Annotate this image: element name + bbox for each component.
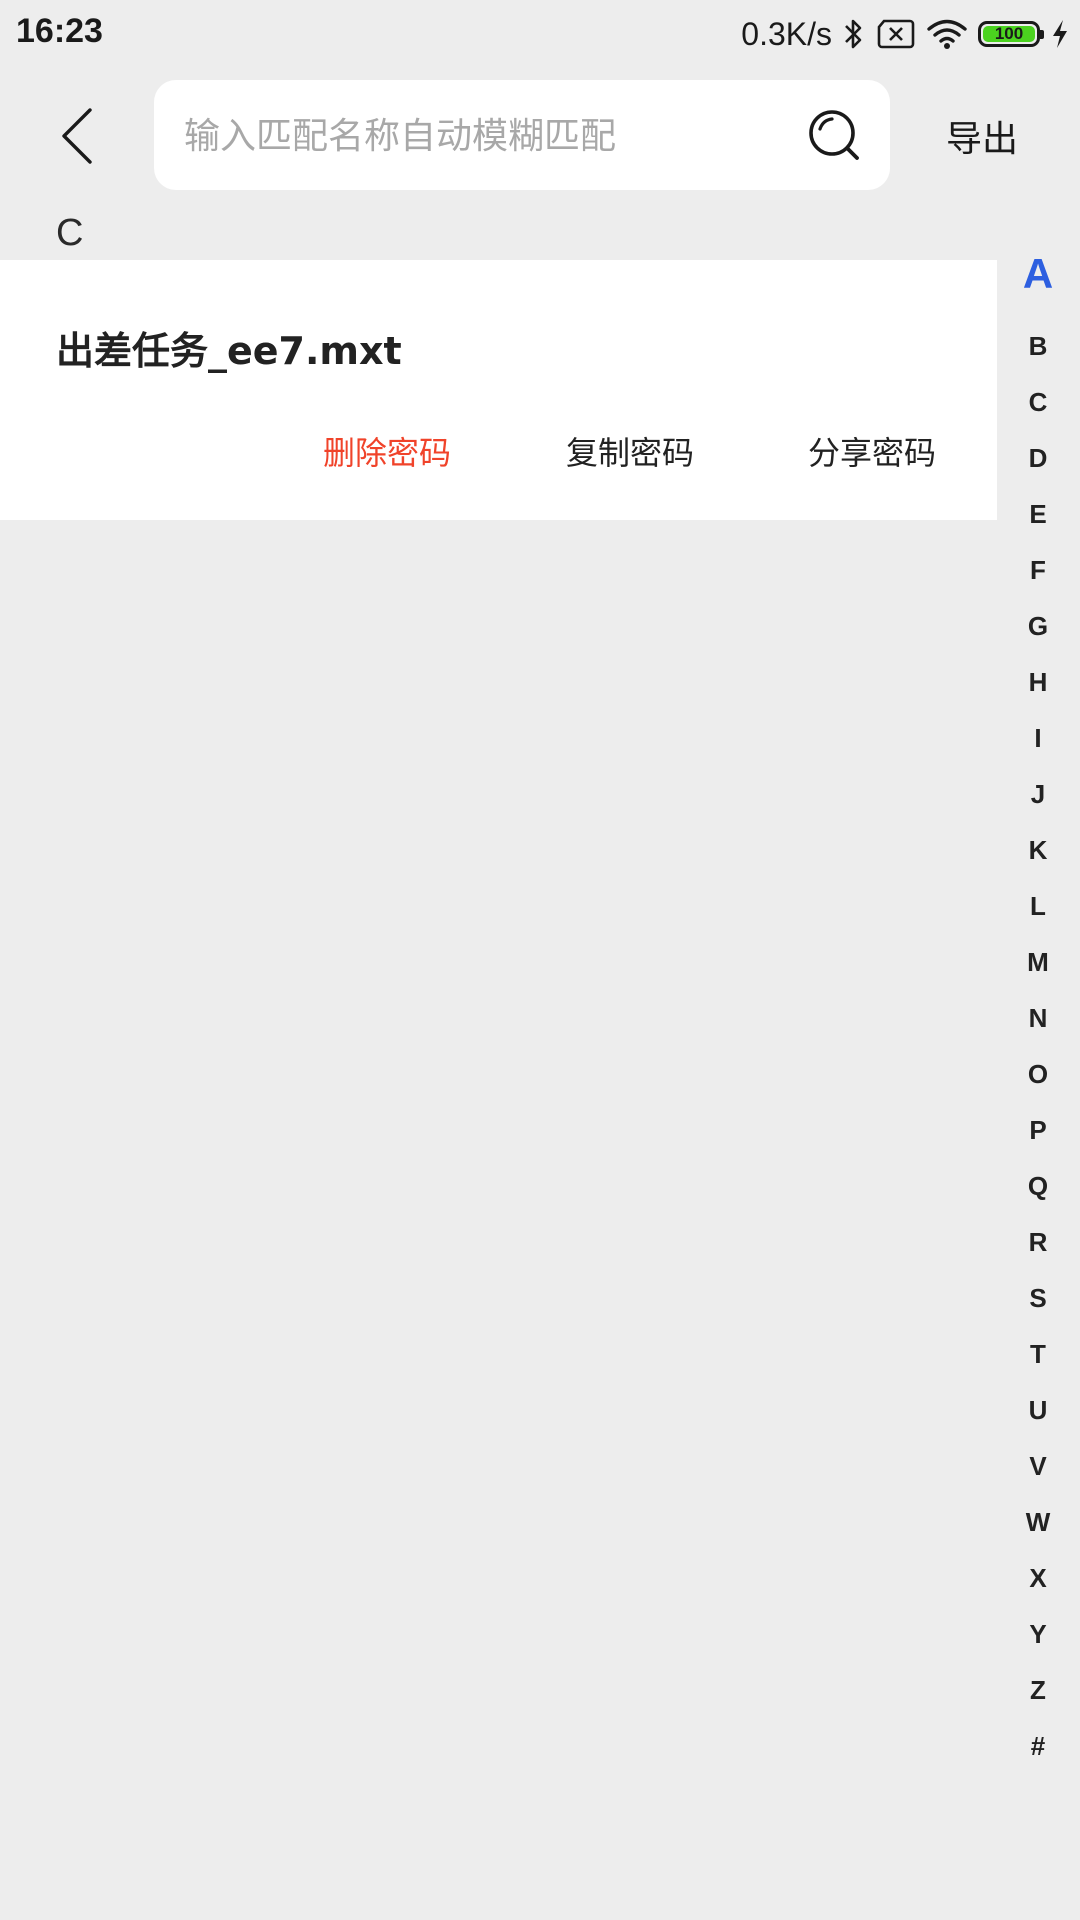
status-time: 16:23	[16, 12, 103, 50]
index-letter-b[interactable]: B	[996, 318, 1080, 374]
index-letter-k[interactable]: K	[996, 822, 1080, 878]
index-letter-j[interactable]: J	[996, 766, 1080, 822]
status-bar: 16:23 0.3K/s 100	[0, 0, 1080, 66]
chevron-left-icon	[62, 108, 92, 164]
index-letter-e[interactable]: E	[996, 486, 1080, 542]
item-title: 出差任务_ee7.mxt	[56, 329, 402, 373]
index-letter-f[interactable]: F	[996, 542, 1080, 598]
index-letter-u[interactable]: U	[996, 1382, 1080, 1438]
index-letter-o[interactable]: O	[996, 1046, 1080, 1102]
index-letter-m[interactable]: M	[996, 934, 1080, 990]
index-letter-w[interactable]: W	[996, 1494, 1080, 1550]
section-header-letter: C	[56, 212, 84, 254]
index-letter-t[interactable]: T	[996, 1326, 1080, 1382]
export-button[interactable]: 导出	[946, 110, 1018, 162]
index-letter-z[interactable]: Z	[996, 1662, 1080, 1718]
copy-password-button[interactable]: 复制密码	[566, 428, 694, 474]
delete-password-button[interactable]: 删除密码	[323, 428, 451, 474]
status-icons: 0.3K/s 100	[741, 12, 1070, 56]
top-bar: 导出	[0, 80, 1080, 192]
index-letter-g[interactable]: G	[996, 598, 1080, 654]
share-password-button[interactable]: 分享密码	[808, 428, 936, 474]
wifi-icon	[927, 19, 967, 49]
index-letter-i[interactable]: I	[996, 710, 1080, 766]
index-letter-r[interactable]: R	[996, 1214, 1080, 1270]
search-icon[interactable]	[806, 107, 862, 163]
battery-icon: 100	[978, 21, 1044, 47]
index-letter-d[interactable]: D	[996, 430, 1080, 486]
alphabet-index[interactable]: A B C D E F G H I J K L M N O P Q R S T U V W X Y Z #	[996, 246, 1080, 1774]
search-input[interactable]	[182, 80, 784, 192]
list-item[interactable]: 出差任务_ee7.mxt 删除密码 复制密码 分享密码	[0, 260, 997, 520]
index-letter-y[interactable]: Y	[996, 1606, 1080, 1662]
index-letter-a[interactable]: A	[996, 246, 1080, 318]
index-letter-p[interactable]: P	[996, 1102, 1080, 1158]
back-button[interactable]	[40, 98, 116, 174]
index-letter-h[interactable]: H	[996, 654, 1080, 710]
index-letter-s[interactable]: S	[996, 1270, 1080, 1326]
index-letter-n[interactable]: N	[996, 990, 1080, 1046]
search-box	[154, 80, 890, 192]
battery-level: 100	[983, 25, 1035, 42]
sim-x-icon	[877, 19, 915, 49]
index-letter-v[interactable]: V	[996, 1438, 1080, 1494]
index-letter-l[interactable]: L	[996, 878, 1080, 934]
index-letter-q[interactable]: Q	[996, 1158, 1080, 1214]
index-letter-x[interactable]: X	[996, 1550, 1080, 1606]
net-speed: 0.3K/s	[741, 15, 832, 52]
index-letter-c[interactable]: C	[996, 374, 1080, 430]
index-letter-hash[interactable]: #	[996, 1718, 1080, 1774]
charging-bolt-icon	[1053, 20, 1067, 48]
bluetooth-icon	[845, 19, 862, 49]
